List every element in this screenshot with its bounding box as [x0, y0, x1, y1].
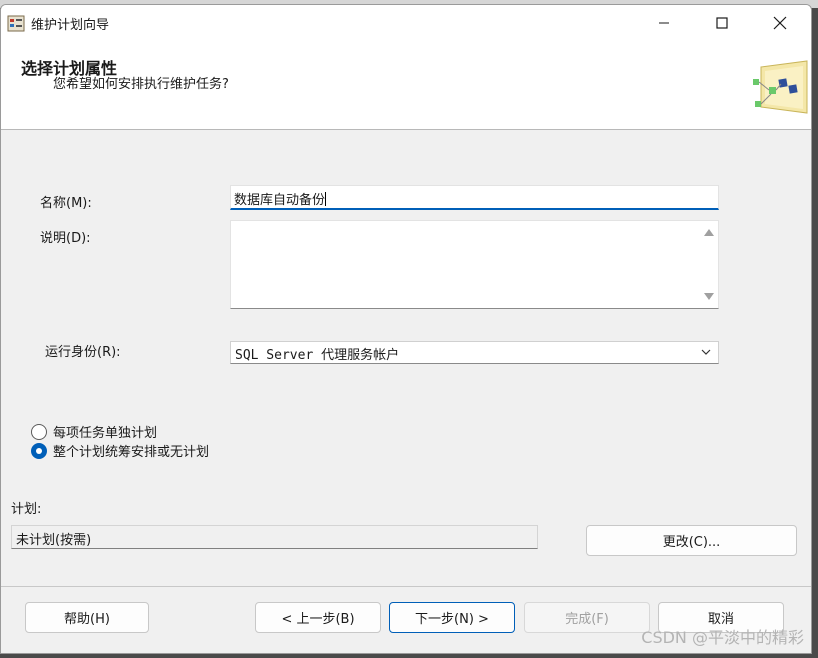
- title-bar[interactable]: 维护计划向导: [1, 5, 811, 41]
- run-as-value: SQL Server 代理服务帐户: [235, 348, 400, 363]
- wizard-header: 选择计划属性 您希望如何安排执行维护任务?: [1, 41, 811, 130]
- footer-divider: [1, 586, 811, 587]
- schedule-value: 未计划(按需): [16, 533, 92, 548]
- description-textarea[interactable]: [230, 220, 719, 309]
- scroll-up-arrow-icon[interactable]: [704, 229, 714, 236]
- maximize-icon: [716, 17, 728, 29]
- run-as-select[interactable]: SQL Server 代理服务帐户: [230, 341, 719, 364]
- app-icon: [7, 15, 25, 32]
- close-icon: [773, 16, 787, 30]
- text-caret: [325, 192, 327, 206]
- name-input-value: 数据库自动备份: [234, 193, 326, 208]
- next-label: 下一步(N) >: [415, 612, 489, 627]
- minimize-icon: [659, 22, 669, 24]
- change-schedule-label: 更改(C)...: [662, 535, 721, 550]
- description-label: 说明(D):: [40, 231, 91, 246]
- back-label: < 上一步(B): [281, 612, 355, 627]
- help-button[interactable]: 帮助(H): [25, 602, 149, 633]
- wizard-window: 维护计划向导 选择计划属性 您希望如何安排执行维护任务? 名称(M): 数据库自…: [0, 4, 812, 654]
- radio-single-schedule[interactable]: 整个计划统筹安排或无计划: [31, 441, 209, 460]
- schedule-label: 计划:: [11, 502, 42, 517]
- radio-label-single: 整个计划统筹安排或无计划: [53, 445, 210, 460]
- finish-label: 完成(F): [565, 612, 609, 627]
- help-label: 帮助(H): [64, 612, 110, 627]
- window-title: 维护计划向导: [31, 18, 110, 33]
- chevron-down-icon: [701, 349, 711, 355]
- run-as-label: 运行身份(R):: [45, 345, 121, 360]
- name-label: 名称(M):: [40, 196, 92, 211]
- minimize-button[interactable]: [641, 5, 687, 41]
- page-subtitle: 您希望如何安排执行维护任务?: [53, 77, 229, 92]
- watermark: CSDN @平淡中的精彩: [641, 628, 804, 647]
- radio-separate-schedules[interactable]: 每项任务单独计划: [31, 422, 157, 441]
- radio-label-separate: 每项任务单独计划: [53, 426, 158, 441]
- back-button[interactable]: < 上一步(B): [255, 602, 381, 633]
- maximize-button[interactable]: [699, 5, 745, 41]
- description-scrollbar[interactable]: [700, 221, 718, 308]
- radio-button-checked[interactable]: [31, 442, 47, 459]
- schedule-display: 未计划(按需): [11, 525, 538, 549]
- close-button[interactable]: [757, 5, 803, 41]
- radio-button[interactable]: [31, 423, 47, 440]
- maintenance-plan-icon: [753, 60, 808, 114]
- name-input[interactable]: 数据库自动备份: [230, 185, 719, 210]
- finish-button[interactable]: 完成(F): [524, 602, 650, 633]
- next-button[interactable]: 下一步(N) >: [389, 602, 515, 633]
- scroll-down-arrow-icon[interactable]: [704, 293, 714, 300]
- change-schedule-button[interactable]: 更改(C)...: [586, 525, 797, 556]
